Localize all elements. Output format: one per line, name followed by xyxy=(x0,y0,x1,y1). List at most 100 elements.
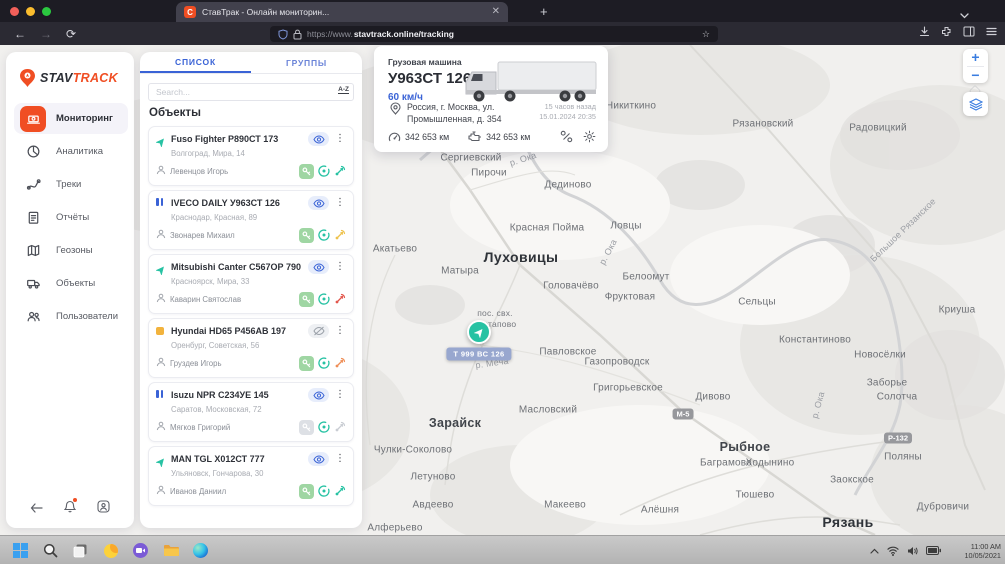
moon-app-icon[interactable] xyxy=(102,542,119,559)
settings-gear-icon[interactable] xyxy=(583,130,596,143)
close-window-button[interactable] xyxy=(10,7,19,16)
driver-icon xyxy=(156,354,166,372)
zoom-in-button[interactable]: + xyxy=(963,49,988,66)
map-label: Ловцы xyxy=(610,221,641,232)
taskbar-search-icon[interactable] xyxy=(42,542,59,559)
map-label: Луховицы xyxy=(484,249,559,265)
vehicle-status-icon xyxy=(156,390,166,400)
sidebar-item-reports[interactable]: Отчёты xyxy=(6,201,134,234)
vehicle-marker[interactable] xyxy=(467,320,491,344)
more-menu-button[interactable]: ⋮ xyxy=(334,454,346,464)
popup-location-row: Россия, г. Москва, ул.Промышленная, д. 3… xyxy=(388,101,596,125)
driver-icon xyxy=(156,418,166,436)
more-menu-button[interactable]: ⋮ xyxy=(334,326,346,336)
menu-hamburger-icon[interactable] xyxy=(986,27,997,36)
ignition-key-icon xyxy=(299,420,314,435)
vehicle-list: Fuso Fighter Р890СТ 173 ⋮ Волгоград, Мир… xyxy=(148,126,354,506)
sidebar-item-label: Мониторинг xyxy=(56,113,113,124)
extensions-icon[interactable] xyxy=(941,26,952,37)
reload-button[interactable]: ⟳ xyxy=(66,28,76,40)
vehicle-card[interactable]: Fuso Fighter Р890СТ 173 ⋮ Волгоград, Мир… xyxy=(148,126,354,186)
window-controls[interactable] xyxy=(10,7,51,16)
tray-chevron-icon[interactable] xyxy=(870,548,879,554)
more-menu-button[interactable]: ⋮ xyxy=(334,262,346,272)
minimize-window-button[interactable] xyxy=(26,7,35,16)
volume-icon[interactable] xyxy=(907,546,918,556)
forward-button[interactable]: → xyxy=(40,28,52,40)
vehicle-card[interactable]: Isuzu NPR С234УЕ 145 ⋮ Саратов, Московск… xyxy=(148,382,354,442)
visibility-toggle[interactable] xyxy=(308,324,329,338)
map-zoom-controls: + − xyxy=(963,49,988,83)
marker-plate-label[interactable]: Т 999 ВС 126 xyxy=(446,348,511,361)
taskbar-clock[interactable]: 11:00 AM 10/05/2021 xyxy=(964,536,1001,564)
notifications-bell-icon[interactable] xyxy=(64,500,76,518)
map-label: Фруктовая xyxy=(605,292,656,303)
users-icon xyxy=(20,304,46,330)
sidebar-item-label: Пользователи xyxy=(56,311,118,322)
tab-list[interactable]: СПИСОК xyxy=(140,52,251,73)
search-input[interactable] xyxy=(148,83,354,101)
gps-status-icon xyxy=(318,421,330,433)
vehicle-card[interactable]: MAN TGL Х012СТ 777 ⋮ Ульяновск, Гончаров… xyxy=(148,446,354,506)
new-tab-button[interactable]: + xyxy=(540,4,548,19)
edge-browser-icon[interactable] xyxy=(192,542,209,559)
vehicle-card[interactable]: IVECO DAILY У963СТ 126 ⋮ Краснодар, Крас… xyxy=(148,190,354,250)
zoom-out-button[interactable]: − xyxy=(963,67,988,84)
sidebar: STAVTRACK Мониторинг Аналитика xyxy=(6,52,134,528)
start-button[interactable] xyxy=(12,542,29,559)
maximize-window-button[interactable] xyxy=(42,7,51,16)
sidebar-panel-icon[interactable] xyxy=(963,26,975,37)
map-layers-button[interactable] xyxy=(963,92,988,116)
browser-tab[interactable]: С СтавТрак - Онлайн мониторин... ✕ xyxy=(176,2,508,22)
map-label: Рязань xyxy=(822,514,873,530)
sort-az-button[interactable]: A-Z xyxy=(338,86,349,94)
driver-name: Груздев Игорь xyxy=(170,359,295,368)
road-badge: Р-132 xyxy=(884,433,912,444)
sidebar-item-analytics[interactable]: Аналитика xyxy=(6,135,134,168)
collapse-sidebar-button[interactable] xyxy=(30,500,43,518)
map-label: Пирочи xyxy=(471,168,507,179)
visibility-toggle[interactable] xyxy=(308,260,329,274)
vehicle-status-icon xyxy=(156,326,166,336)
sidebar-item-geozones[interactable]: Геозоны xyxy=(6,234,134,267)
visibility-toggle[interactable] xyxy=(308,388,329,402)
ignition-key-icon xyxy=(299,164,314,179)
vehicle-name: Mitsubishi Canter С567ОР 790 xyxy=(171,262,303,272)
tab-close-icon[interactable]: ✕ xyxy=(492,7,500,17)
map-label: Акатьево xyxy=(373,244,417,255)
visibility-toggle[interactable] xyxy=(308,132,329,146)
task-view-icon[interactable] xyxy=(72,542,89,559)
vehicle-card[interactable]: Hyundai HD65 Р456АВ 197 ⋮ Оренбург, Сове… xyxy=(148,318,354,378)
vehicle-address: Красноярск, Мира, 33 xyxy=(171,277,346,286)
file-explorer-icon[interactable] xyxy=(162,542,179,559)
driver-name: Левенцов Игорь xyxy=(170,167,295,176)
video-chat-icon[interactable] xyxy=(132,542,149,559)
battery-icon[interactable] xyxy=(926,546,941,555)
sidebar-item-objects[interactable]: Объекты xyxy=(6,267,134,300)
url-bar[interactable]: https://www. stavtrack.online/tracking ☆ xyxy=(270,26,718,42)
map-label: Новосёлки xyxy=(854,350,906,361)
downloads-icon[interactable] xyxy=(919,26,930,37)
vehicle-address: Оренбург, Советская, 56 xyxy=(171,341,346,350)
ignition-key-icon xyxy=(299,356,314,371)
vehicle-card[interactable]: Mitsubishi Canter С567ОР 790 ⋮ Красноярс… xyxy=(148,254,354,314)
location-pin-icon xyxy=(390,102,401,125)
sidebar-item-tracks[interactable]: Треки xyxy=(6,168,134,201)
visibility-toggle[interactable] xyxy=(308,452,329,466)
tab-groups[interactable]: ГРУППЫ xyxy=(251,52,362,73)
sidebar-item-monitoring[interactable]: Мониторинг xyxy=(6,102,134,135)
account-button[interactable] xyxy=(97,500,110,518)
bookmark-star-icon[interactable]: ☆ xyxy=(702,29,710,40)
route-icon xyxy=(20,172,46,198)
visibility-toggle[interactable] xyxy=(308,196,329,210)
more-menu-button[interactable]: ⋮ xyxy=(334,198,346,208)
back-button[interactable]: ← xyxy=(14,28,26,40)
more-menu-button[interactable]: ⋮ xyxy=(334,390,346,400)
route-share-icon[interactable] xyxy=(560,130,573,143)
more-menu-button[interactable]: ⋮ xyxy=(334,134,346,144)
signal-status-icon xyxy=(334,293,346,305)
wifi-icon[interactable] xyxy=(887,546,899,556)
layers-icon xyxy=(969,98,983,111)
sidebar-item-users[interactable]: Пользователи xyxy=(6,300,134,333)
browser-actions xyxy=(919,26,997,37)
